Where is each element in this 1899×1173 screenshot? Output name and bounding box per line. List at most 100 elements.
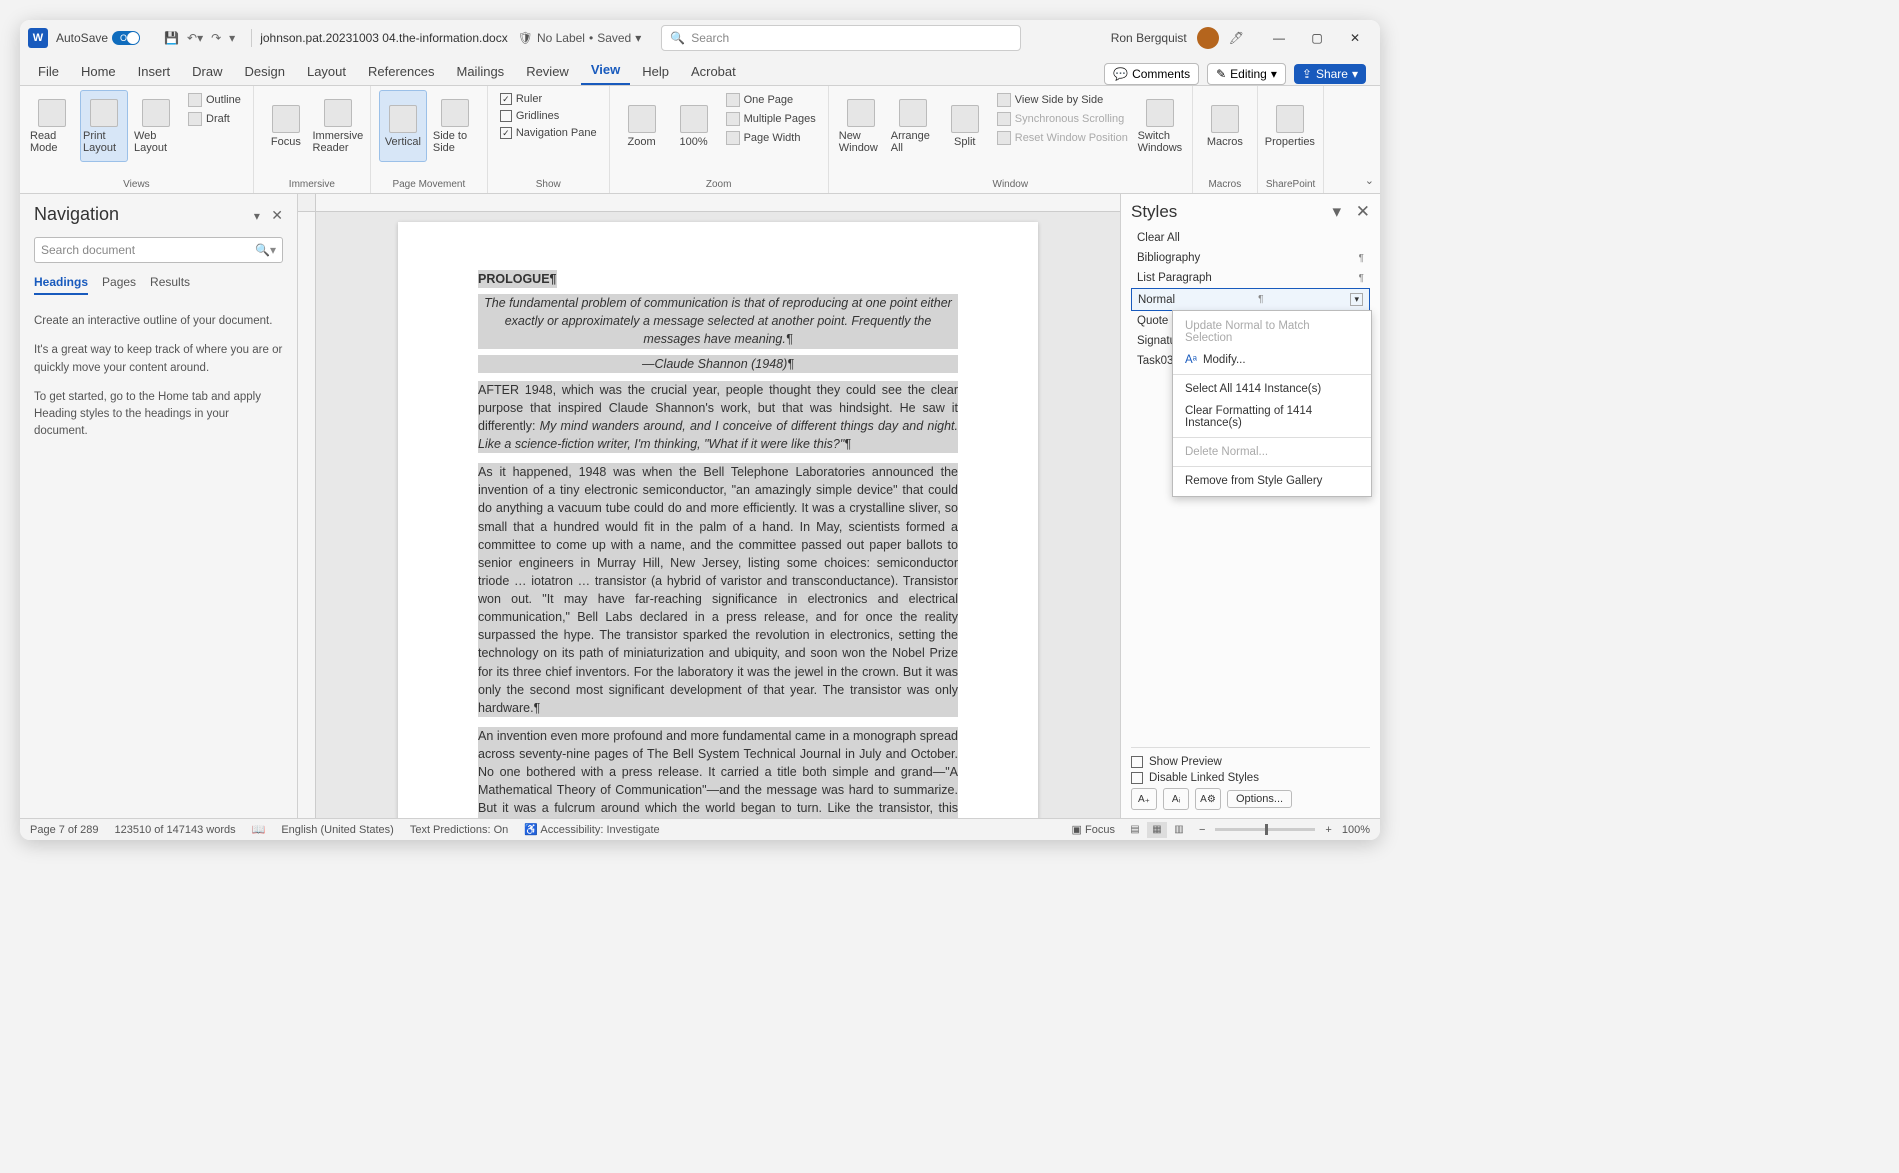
menu-remove-from-gallery[interactable]: Remove from Style Gallery xyxy=(1173,470,1371,492)
sync-scrolling-button[interactable]: Synchronous Scrolling xyxy=(993,111,1132,127)
tab-home[interactable]: Home xyxy=(71,58,126,85)
doc-paragraph-2[interactable]: As it happened, 1948 was when the Bell T… xyxy=(478,463,958,717)
new-style-button[interactable]: A₊ xyxy=(1131,788,1157,810)
navpane-checkbox[interactable]: Navigation Pane xyxy=(496,126,601,140)
tab-draw[interactable]: Draw xyxy=(182,58,232,85)
doc-paragraph-3[interactable]: An invention even more profound and more… xyxy=(478,727,958,818)
status-word-count[interactable]: 123510 of 147143 words xyxy=(115,824,236,836)
disable-linked-checkbox[interactable]: Disable Linked Styles xyxy=(1131,772,1370,784)
style-clear-all[interactable]: Clear All xyxy=(1131,228,1370,248)
styles-close-button[interactable]: ✕ xyxy=(1356,202,1370,221)
show-preview-checkbox[interactable]: Show Preview xyxy=(1131,756,1370,768)
one-page-button[interactable]: One Page xyxy=(722,92,820,108)
close-button[interactable]: ✕ xyxy=(1338,24,1372,52)
coming-soon-icon[interactable]: 🖊 xyxy=(1229,31,1244,45)
multiple-pages-button[interactable]: Multiple Pages xyxy=(722,111,820,127)
zoom-button[interactable]: Zoom xyxy=(618,90,666,162)
tab-insert[interactable]: Insert xyxy=(128,58,181,85)
split-button[interactable]: Split xyxy=(941,90,989,162)
avatar[interactable] xyxy=(1197,27,1219,49)
zoom-out-button[interactable]: − xyxy=(1199,824,1205,836)
status-print-layout-icon[interactable]: ▦ xyxy=(1147,822,1167,838)
sensitivity-label[interactable]: 🛡 No Label • Saved ▾ xyxy=(518,31,642,45)
undo-icon[interactable]: ↶▾ xyxy=(187,31,203,45)
switch-windows-button[interactable]: Switch Windows xyxy=(1136,90,1184,162)
zoom-slider[interactable] xyxy=(1215,828,1315,831)
status-language[interactable]: English (United States) xyxy=(281,824,394,836)
zoom-in-button[interactable]: + xyxy=(1325,824,1331,836)
status-spellcheck-icon[interactable]: 📖 xyxy=(252,823,266,836)
styles-options-button[interactable]: Options... xyxy=(1227,790,1292,808)
tab-help[interactable]: Help xyxy=(632,58,679,85)
hundred-percent-button[interactable]: 100% xyxy=(670,90,718,162)
vertical-button[interactable]: Vertical xyxy=(379,90,427,162)
zoom-percent[interactable]: 100% xyxy=(1342,824,1370,836)
comments-button[interactable]: 💬Comments xyxy=(1104,63,1199,85)
view-side-by-side-button[interactable]: View Side by Side xyxy=(993,92,1132,108)
doc-epigraph-attribution[interactable]: —Claude Shannon (1948)¶ xyxy=(478,355,958,373)
tab-view[interactable]: View xyxy=(581,56,630,85)
navpane-tab-pages[interactable]: Pages xyxy=(102,275,136,295)
ribbon-collapse-button[interactable]: ⌄ xyxy=(1359,86,1380,193)
share-button[interactable]: ⇪Share▾ xyxy=(1294,64,1366,84)
redo-icon[interactable]: ↷ xyxy=(211,31,221,45)
side-to-side-button[interactable]: Side to Side xyxy=(431,90,479,162)
gridlines-checkbox[interactable]: Gridlines xyxy=(496,109,601,123)
properties-button[interactable]: Properties xyxy=(1266,90,1314,162)
page-width-button[interactable]: Page Width xyxy=(722,130,820,146)
save-icon[interactable]: 💾 xyxy=(164,31,179,45)
doc-epigraph[interactable]: The fundamental problem of communication… xyxy=(478,294,958,348)
tab-file[interactable]: File xyxy=(28,58,69,85)
minimize-button[interactable]: — xyxy=(1262,24,1296,52)
status-focus[interactable]: ▣ Focus xyxy=(1072,823,1115,836)
navpane-tab-results[interactable]: Results xyxy=(150,275,190,295)
style-dropdown-button[interactable]: ▾ xyxy=(1350,293,1363,306)
search-box[interactable]: 🔍 Search xyxy=(661,25,1021,51)
reset-window-button[interactable]: Reset Window Position xyxy=(993,130,1132,146)
arrange-all-button[interactable]: Arrange All xyxy=(889,90,937,162)
navpane-tab-headings[interactable]: Headings xyxy=(34,275,88,295)
status-predictions[interactable]: Text Predictions: On xyxy=(410,824,508,836)
outline-button[interactable]: Outline xyxy=(184,92,245,108)
tab-layout[interactable]: Layout xyxy=(297,58,356,85)
vertical-ruler[interactable] xyxy=(298,212,316,818)
document-filename[interactable]: johnson.pat.20231003 04.the-information.… xyxy=(260,31,508,45)
tab-acrobat[interactable]: Acrobat xyxy=(681,58,746,85)
navpane-close-button[interactable]: ✕ xyxy=(271,207,283,223)
navpane-dropdown-icon[interactable]: ▾ xyxy=(254,209,260,223)
username[interactable]: Ron Bergquist xyxy=(1111,31,1187,45)
style-normal[interactable]: Normal¶▾ xyxy=(1131,288,1370,311)
draft-button[interactable]: Draft xyxy=(184,111,245,127)
menu-modify[interactable]: AᵃModify... xyxy=(1173,349,1371,371)
styles-dropdown-icon[interactable]: ▾ xyxy=(1332,202,1341,221)
page-scroll-area[interactable]: PROLOGUE¶ The fundamental problem of com… xyxy=(316,212,1120,818)
tab-mailings[interactable]: Mailings xyxy=(447,58,515,85)
read-mode-button[interactable]: Read Mode xyxy=(28,90,76,162)
style-inspector-button[interactable]: Aᵢ xyxy=(1163,788,1189,810)
focus-button[interactable]: Focus xyxy=(262,90,310,162)
new-window-button[interactable]: New Window xyxy=(837,90,885,162)
navpane-search[interactable]: Search document 🔍▾ xyxy=(34,237,283,263)
status-accessibility[interactable]: ♿ Accessibility: Investigate xyxy=(524,823,659,836)
immersive-reader-button[interactable]: Immersive Reader xyxy=(314,90,362,162)
menu-clear-formatting[interactable]: Clear Formatting of 1414 Instance(s) xyxy=(1173,400,1371,434)
document-page[interactable]: PROLOGUE¶ The fundamental problem of com… xyxy=(398,222,1038,818)
qat-more-icon[interactable]: ▾ xyxy=(229,31,235,45)
status-web-layout-icon[interactable]: ▥ xyxy=(1169,822,1189,838)
horizontal-ruler[interactable] xyxy=(316,194,1120,212)
web-layout-button[interactable]: Web Layout xyxy=(132,90,180,162)
style-list-paragraph[interactable]: List Paragraph¶ xyxy=(1131,268,1370,288)
style-bibliography[interactable]: Bibliography¶ xyxy=(1131,248,1370,268)
status-read-mode-icon[interactable]: ▤ xyxy=(1125,822,1145,838)
autosave-toggle[interactable]: AutoSave On xyxy=(56,31,156,45)
manage-styles-button[interactable]: A⚙ xyxy=(1195,788,1221,810)
tab-review[interactable]: Review xyxy=(516,58,579,85)
editing-mode-button[interactable]: ✎Editing▾ xyxy=(1207,63,1286,85)
maximize-button[interactable]: ▢ xyxy=(1300,24,1334,52)
status-page[interactable]: Page 7 of 289 xyxy=(30,824,99,836)
ruler-checkbox[interactable]: Ruler xyxy=(496,92,601,106)
doc-heading-prologue[interactable]: PROLOGUE¶ xyxy=(478,270,557,288)
print-layout-button[interactable]: Print Layout xyxy=(80,90,128,162)
macros-button[interactable]: Macros xyxy=(1201,90,1249,162)
menu-select-all[interactable]: Select All 1414 Instance(s) xyxy=(1173,378,1371,400)
